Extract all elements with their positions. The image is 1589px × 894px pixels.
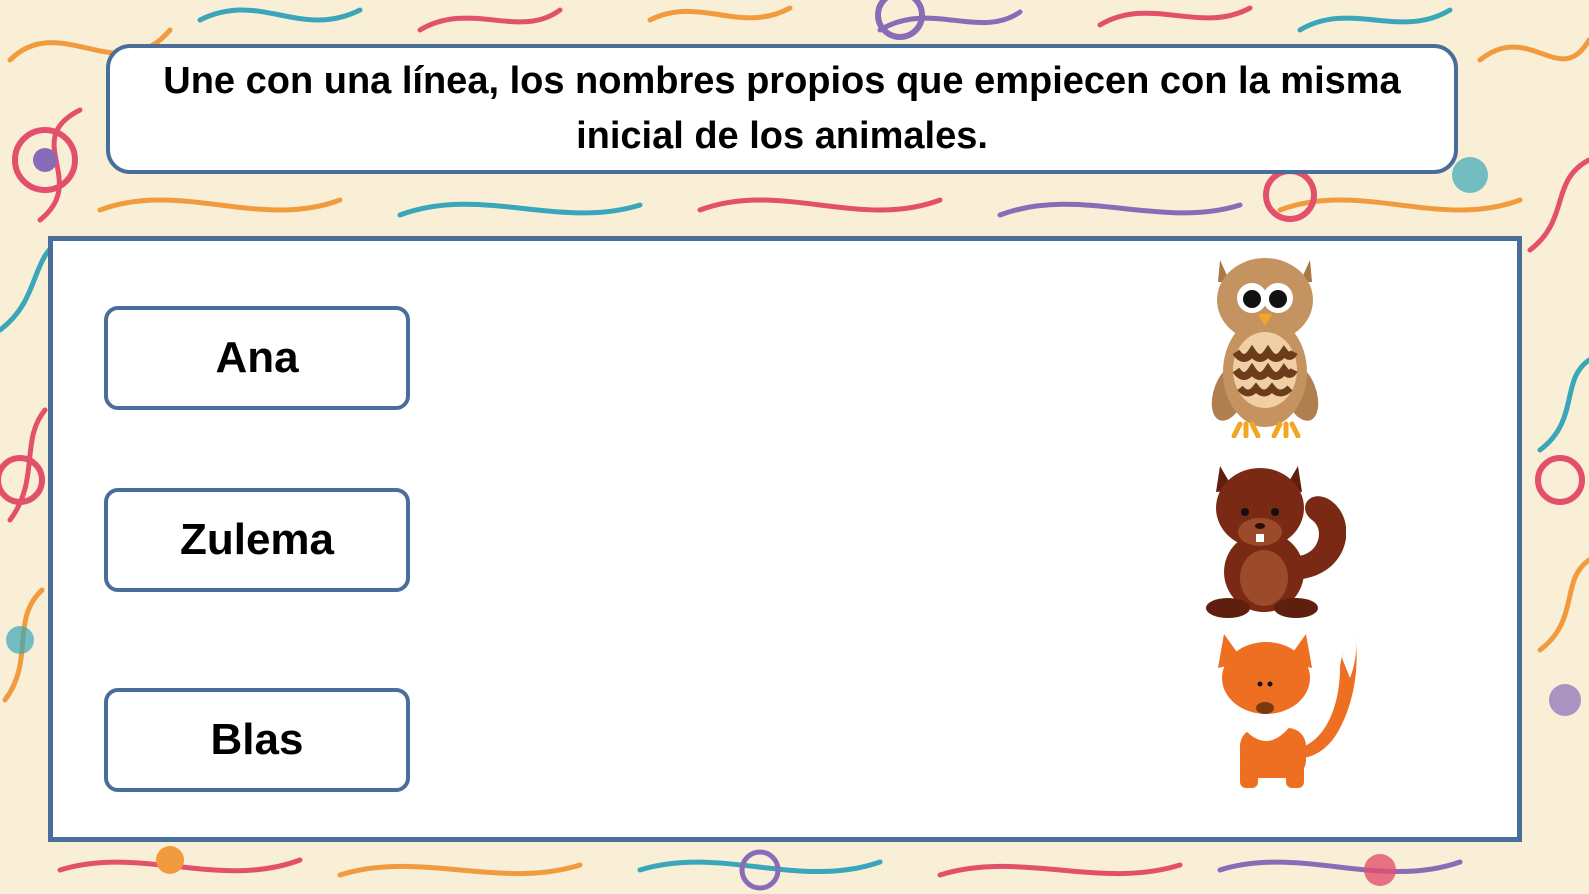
owl-icon[interactable]: [1200, 252, 1330, 438]
name-card-ana[interactable]: Ana: [104, 306, 410, 410]
name-label: Ana: [215, 333, 299, 382]
name-label: Zulema: [179, 515, 335, 564]
fox-icon[interactable]: [1210, 628, 1360, 792]
squirrel-icon[interactable]: [1200, 460, 1346, 618]
name-card-zulema[interactable]: Zulema: [104, 488, 410, 592]
name-card-blas[interactable]: Blas: [104, 688, 410, 792]
name-label: Blas: [210, 715, 304, 764]
instruction-text: Une con una línea, los nombres propios q…: [163, 60, 1401, 157]
instruction-box: Une con una línea, los nombres propios q…: [106, 44, 1458, 174]
